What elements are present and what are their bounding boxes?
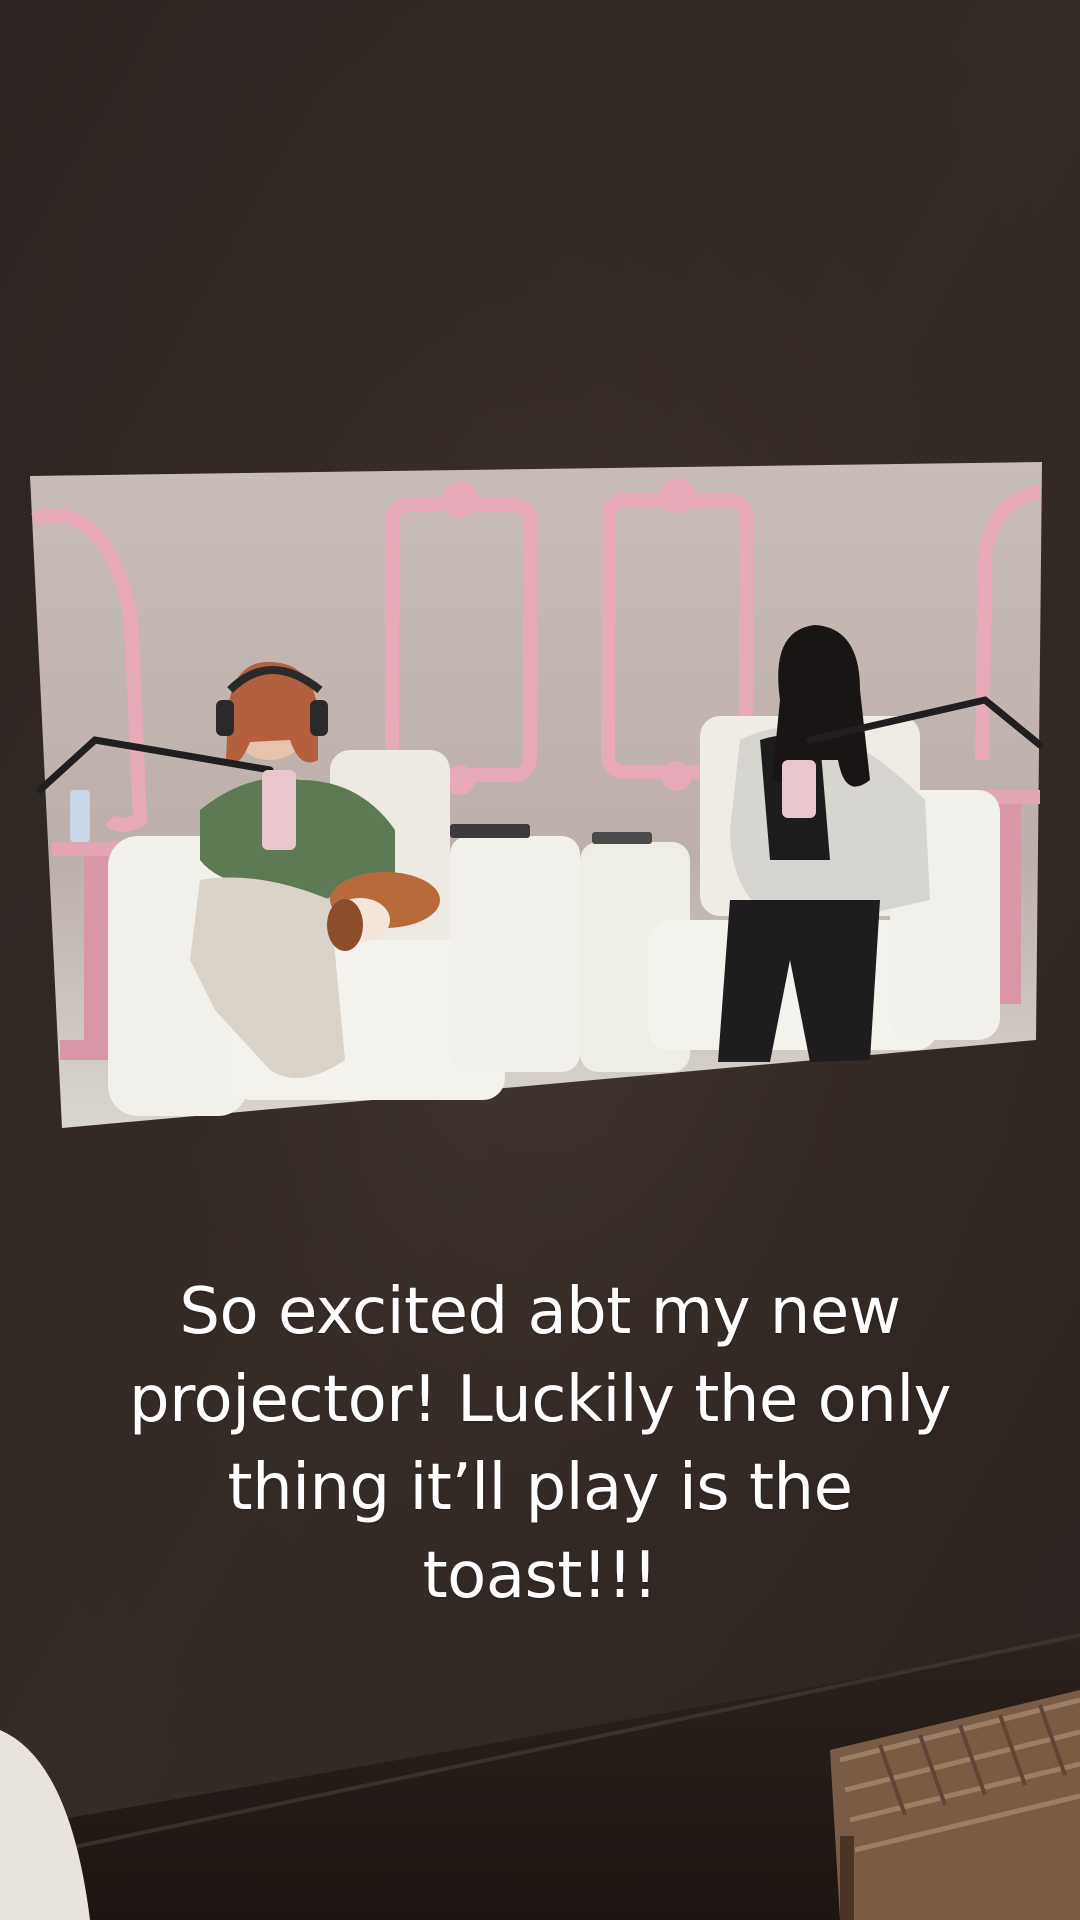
- caption-line: thing it’ll play is the: [227, 1451, 853, 1525]
- caption-line: toast!!!: [422, 1539, 658, 1613]
- caption-line: So excited abt my new: [179, 1275, 901, 1349]
- caption-text: So excited abt my new projector! Luckily…: [60, 1268, 1020, 1620]
- video-frame: So excited abt my new projector! Luckily…: [0, 0, 1080, 1920]
- projected-image: [30, 462, 1044, 1128]
- caption-line: projector! Luckily the only: [129, 1363, 951, 1437]
- room-photo: [0, 0, 1080, 1920]
